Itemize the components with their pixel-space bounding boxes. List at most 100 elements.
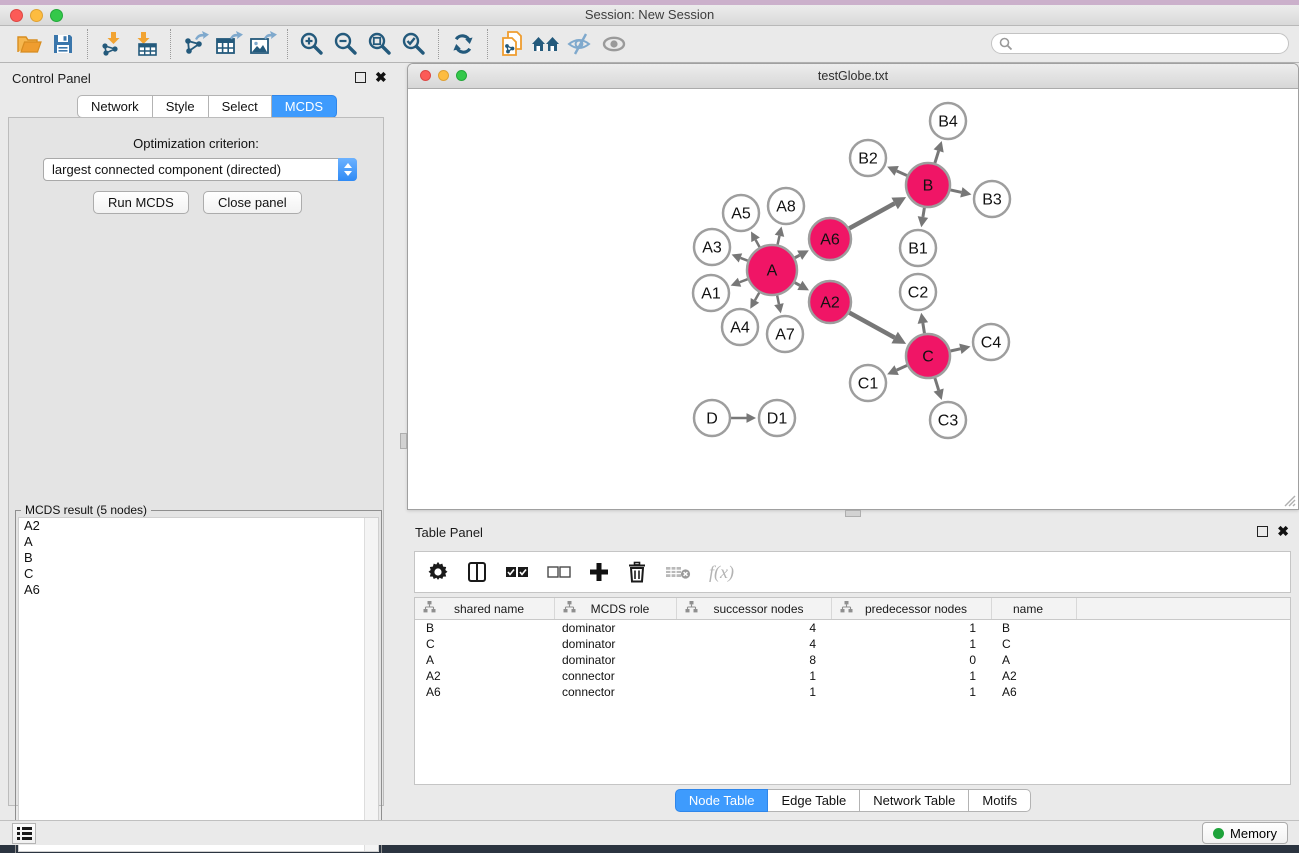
run-mcds-button[interactable]: Run MCDS xyxy=(93,191,189,214)
edge-A-A3[interactable] xyxy=(740,258,747,261)
zoom-out-icon[interactable] xyxy=(329,29,363,59)
splitter-handle-bottom[interactable] xyxy=(845,510,861,517)
table-cell[interactable]: 1 xyxy=(677,669,832,683)
zoom-selected-icon[interactable] xyxy=(397,29,431,59)
optimization-criterion-dropdown[interactable]: largest connected component (directed) xyxy=(43,158,357,181)
save-session-icon[interactable] xyxy=(46,29,80,59)
gear-icon[interactable] xyxy=(427,561,449,583)
tab-select[interactable]: Select xyxy=(209,95,272,118)
import-network-icon[interactable] xyxy=(95,29,129,59)
edge-A-A4[interactable] xyxy=(755,293,759,301)
network-graph[interactable]: AA1A2A3A4A5A6A7A8BB1B2B3B4CC1C2C3C4DD1 xyxy=(408,89,1298,509)
mcds-result-item[interactable]: C xyxy=(19,566,378,582)
edge-C-C2[interactable] xyxy=(923,323,925,333)
hide-selected-icon[interactable] xyxy=(563,29,597,59)
edge-B-B1[interactable] xyxy=(923,208,924,217)
table-cell[interactable]: A6 xyxy=(415,685,555,699)
mcds-list-scrollbar[interactable] xyxy=(364,518,378,851)
task-history-button[interactable] xyxy=(12,823,36,844)
splitter-handle-left[interactable] xyxy=(400,433,407,449)
delete-table-icon[interactable] xyxy=(665,564,691,580)
column-layout-icon[interactable] xyxy=(467,561,487,583)
mcds-result-item[interactable]: A2 xyxy=(19,518,378,534)
mcds-result-item[interactable]: A xyxy=(19,534,378,550)
show-all-icon[interactable] xyxy=(597,29,631,59)
edge-B-B3[interactable] xyxy=(950,190,961,192)
table-cell[interactable]: C xyxy=(415,637,555,651)
edge-A-A5[interactable] xyxy=(756,240,760,247)
mcds-result-item[interactable]: B xyxy=(19,550,378,566)
table-cell[interactable]: 1 xyxy=(832,637,992,651)
column-header-name[interactable]: name xyxy=(992,598,1077,619)
mcds-result-item[interactable]: A6 xyxy=(19,582,378,598)
resize-grip[interactable] xyxy=(1282,493,1296,507)
search-input[interactable] xyxy=(991,33,1289,54)
import-table-icon[interactable] xyxy=(129,29,163,59)
table-cell[interactable]: B xyxy=(415,621,555,635)
table-cell[interactable]: A6 xyxy=(992,685,1077,699)
network-minimize-button[interactable] xyxy=(438,70,449,81)
export-network-icon[interactable] xyxy=(178,29,212,59)
edge-A-A1[interactable] xyxy=(740,279,748,282)
table-row[interactable]: A6connector11A6 xyxy=(415,684,1290,700)
export-image-icon[interactable] xyxy=(246,29,280,59)
edge-A-A8[interactable] xyxy=(778,236,780,245)
table-cell[interactable]: 1 xyxy=(832,669,992,683)
zoom-window-button[interactable] xyxy=(50,9,63,22)
network-zoom-button[interactable] xyxy=(456,70,467,81)
column-header-successor-nodes[interactable]: successor nodes xyxy=(677,598,832,619)
edge-B-B2[interactable] xyxy=(897,171,907,176)
close-table-panel-icon[interactable]: ✖ xyxy=(1277,526,1289,537)
table-cell[interactable]: connector xyxy=(555,685,677,699)
zoom-in-icon[interactable] xyxy=(295,29,329,59)
table-cell[interactable]: A xyxy=(415,653,555,667)
edge-C-C3[interactable] xyxy=(935,378,939,390)
table-cell[interactable]: B xyxy=(992,621,1077,635)
table-cell[interactable]: 4 xyxy=(677,637,832,651)
table-row[interactable]: Adominator80A xyxy=(415,652,1290,668)
column-header-MCDS-role[interactable]: MCDS role xyxy=(555,598,677,619)
select-all-icon[interactable] xyxy=(505,566,529,578)
export-table-icon[interactable] xyxy=(212,29,246,59)
function-builder-icon[interactable]: f(x) xyxy=(709,562,734,583)
table-row[interactable]: A2connector11A2 xyxy=(415,668,1290,684)
add-column-icon[interactable] xyxy=(589,562,609,582)
close-panel-icon[interactable]: ✖ xyxy=(375,72,387,83)
tab-mcds[interactable]: MCDS xyxy=(272,95,337,118)
edge-A6-B[interactable] xyxy=(849,203,894,228)
network-canvas[interactable]: AA1A2A3A4A5A6A7A8BB1B2B3B4CC1C2C3C4DD1 xyxy=(408,89,1298,509)
column-header-shared-name[interactable]: shared name xyxy=(415,598,555,619)
close-panel-button[interactable]: Close panel xyxy=(203,191,302,214)
float-panel-icon[interactable] xyxy=(355,72,366,83)
tab-network[interactable]: Network xyxy=(77,95,153,118)
tab-motifs[interactable]: Motifs xyxy=(969,789,1031,812)
float-table-panel-icon[interactable] xyxy=(1257,526,1268,537)
table-cell[interactable]: 1 xyxy=(677,685,832,699)
tab-network-table[interactable]: Network Table xyxy=(860,789,969,812)
table-cell[interactable]: dominator xyxy=(555,637,677,651)
table-row[interactable]: Cdominator41C xyxy=(415,636,1290,652)
table-cell[interactable]: 1 xyxy=(832,621,992,635)
edge-A2-C[interactable] xyxy=(849,313,894,338)
deselect-all-icon[interactable] xyxy=(547,566,571,578)
table-cell[interactable]: 0 xyxy=(832,653,992,667)
table-cell[interactable]: 1 xyxy=(832,685,992,699)
open-file-icon[interactable] xyxy=(12,29,46,59)
table-cell[interactable]: connector xyxy=(555,669,677,683)
delete-icon[interactable] xyxy=(627,561,647,583)
minimize-window-button[interactable] xyxy=(30,9,43,22)
edge-C-C4[interactable] xyxy=(950,349,960,351)
edge-B-B4[interactable] xyxy=(935,151,939,163)
table-cell[interactable]: C xyxy=(992,637,1077,651)
close-window-button[interactable] xyxy=(10,9,23,22)
table-cell[interactable]: 8 xyxy=(677,653,832,667)
column-header-predecessor-nodes[interactable]: predecessor nodes xyxy=(832,598,992,619)
table-cell[interactable]: A2 xyxy=(415,669,555,683)
memory-button[interactable]: Memory xyxy=(1202,822,1288,844)
first-neighbors-icon[interactable] xyxy=(529,29,563,59)
duplicate-network-icon[interactable] xyxy=(495,29,529,59)
table-row[interactable]: Bdominator41B xyxy=(415,620,1290,636)
mcds-result-list[interactable]: A2ABCA6 xyxy=(18,517,379,852)
table-cell[interactable]: A2 xyxy=(992,669,1077,683)
tab-node-table[interactable]: Node Table xyxy=(675,789,769,812)
